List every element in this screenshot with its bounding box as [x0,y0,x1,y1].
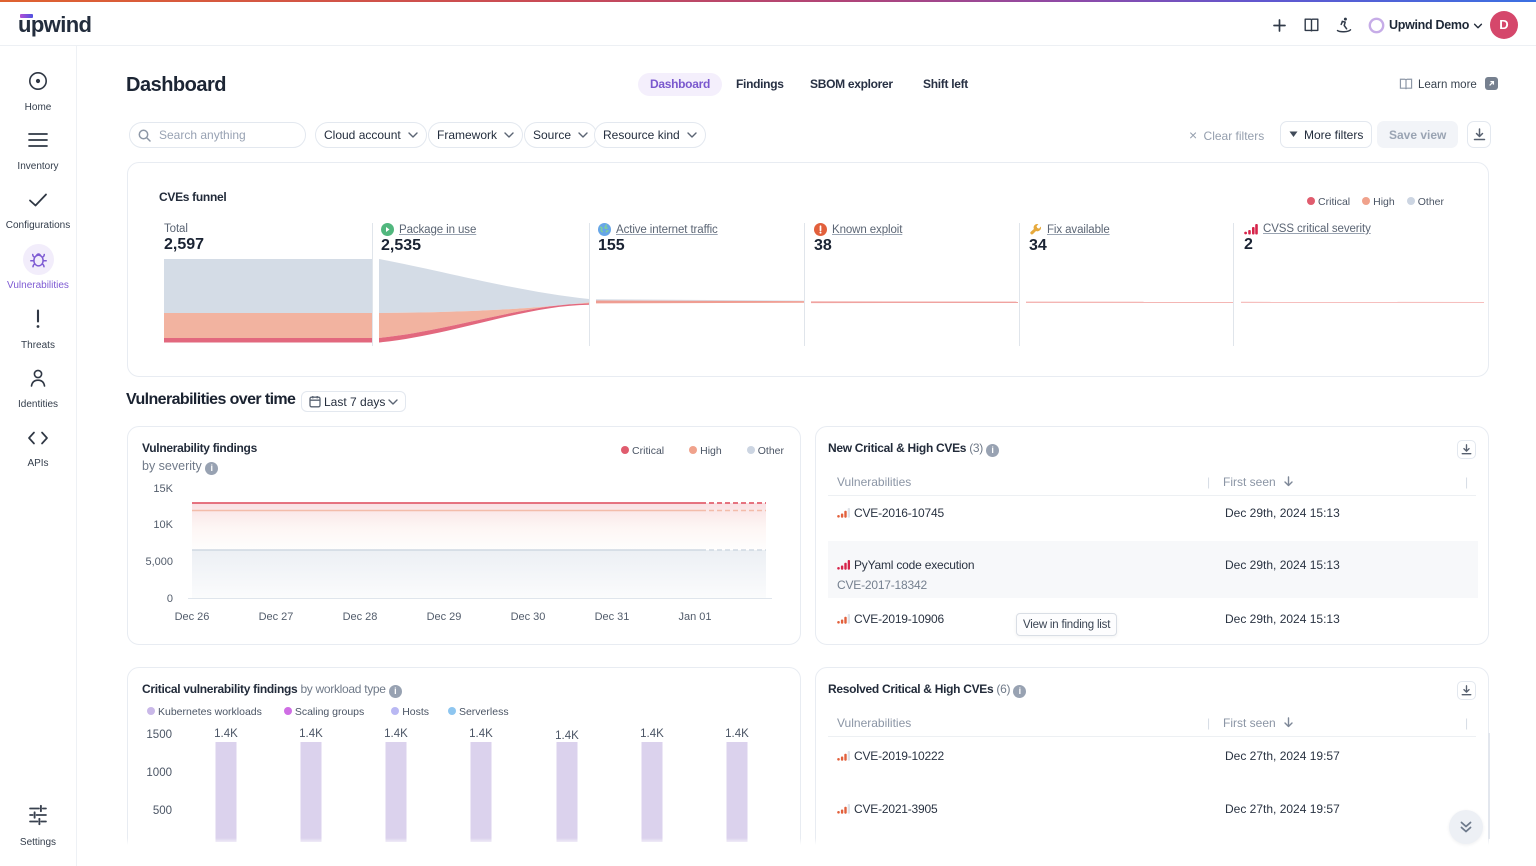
svg-text:5,000: 5,000 [145,556,173,568]
svg-text:1.4K: 1.4K [725,728,749,740]
svg-text:Dec 28: Dec 28 [343,611,378,623]
svg-text:0: 0 [167,593,173,605]
svg-text:1.4K: 1.4K [469,728,493,740]
svg-text:Dec 29: Dec 29 [427,611,462,623]
svg-text:Dec 26: Dec 26 [175,611,210,623]
svg-text:500: 500 [153,805,172,817]
svg-text:1500: 1500 [146,729,172,741]
svg-text:1.4K: 1.4K [555,730,579,742]
svg-text:Dec 27: Dec 27 [259,611,294,623]
svg-text:Dec 31: Dec 31 [595,611,630,623]
svg-text:1.4K: 1.4K [299,728,323,740]
svg-text:10K: 10K [153,519,173,531]
svg-text:1.4K: 1.4K [640,728,664,740]
svg-text:Jan 01: Jan 01 [678,611,711,623]
svg-text:1000: 1000 [146,767,172,779]
svg-text:1.4K: 1.4K [384,728,408,740]
svg-text:1.4K: 1.4K [214,728,238,740]
svg-text:Dec 30: Dec 30 [511,611,546,623]
svg-text:15K: 15K [153,483,173,495]
